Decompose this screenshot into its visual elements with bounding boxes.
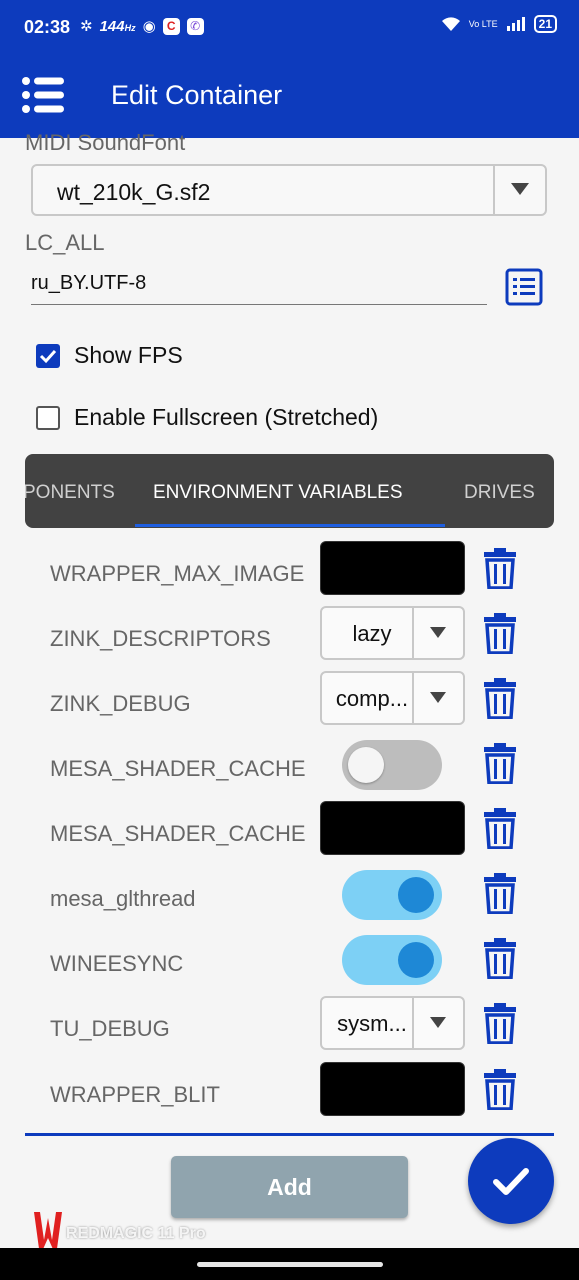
tab-drives[interactable]: DRIVES [464,482,535,504]
env-var-name: WINEESYNC [50,951,184,976]
env-var-row: WINEESYNC [0,931,579,996]
midi-soundfont-select[interactable]: wt_210k_G.sf2 [31,164,547,216]
chevron-down-icon [511,183,529,195]
add-button[interactable]: Add [171,1156,408,1218]
env-var-name: ZINK_DESCRIPTORS [50,626,271,651]
env-var-row: WRAPPER_BLIT [0,1062,579,1127]
volte-label: Vo LTE [468,18,498,29]
fullscreen-checkbox-row[interactable]: Enable Fullscreen (Stretched) [36,404,378,431]
fullscreen-checkbox[interactable] [36,405,60,430]
env-var-value-select[interactable]: comp... [320,671,465,725]
env-var-name: TU_DEBUG [50,1016,170,1041]
checkmark-icon [39,349,57,363]
select-divider [412,673,414,723]
trash-icon[interactable] [482,872,518,914]
env-var-name: ZINK_DEBUG [50,691,191,716]
section-divider [25,1133,554,1136]
env-var-value-input[interactable] [320,541,465,595]
signal-icon [506,17,525,31]
lc-all-input[interactable]: ru_BY.UTF-8 [31,272,487,305]
tab-bar: PONENTS ENVIRONMENT VARIABLES DRIVES [25,454,554,528]
trash-icon[interactable] [482,1068,518,1110]
chevron-down-icon [430,1017,446,1028]
lc-all-label: LC_ALL [25,230,105,255]
select-divider [493,166,495,214]
show-fps-checkbox-row[interactable]: Show FPS [36,342,183,369]
viber-icon: ✆ [186,17,204,35]
trash-icon[interactable] [482,612,518,654]
env-var-select-value: comp... [335,686,409,711]
trash-icon[interactable] [482,807,518,849]
select-divider [412,608,414,658]
list-icon[interactable] [505,268,543,306]
env-var-name: MESA_SHADER_CACHE [50,756,306,781]
confirm-fab-button[interactable] [468,1138,554,1224]
tab-indicator [135,524,445,527]
env-var-row: mesa_glthread [0,866,579,931]
env-var-select-value: lazy [352,621,392,646]
chevron-down-icon [430,692,446,703]
fullscreen-label: Enable Fullscreen (Stretched) [74,404,379,430]
env-var-toggle[interactable] [342,870,442,920]
trash-icon[interactable] [482,677,518,719]
env-var-row: TU_DEBUG sysm... [0,996,579,1061]
hotspot-icon: ◉ [142,18,156,35]
trash-icon[interactable] [482,547,518,589]
trash-icon[interactable] [482,937,518,979]
env-var-name: WRAPPER_BLIT [50,1082,220,1107]
app-notification-icon: C [162,17,180,35]
hamburger-menu-icon[interactable] [22,76,66,114]
env-var-toggle[interactable] [342,740,442,790]
env-var-name: MESA_SHADER_CACHE [50,821,306,846]
env-var-name: WRAPPER_MAX_IMAGE [50,561,305,586]
trash-icon[interactable] [482,742,518,784]
home-gesture-pill[interactable] [197,1262,383,1267]
env-var-value-select[interactable]: sysm... [320,996,465,1050]
tab-environment-variables[interactable]: ENVIRONMENT VARIABLES [153,482,403,504]
midi-soundfont-label: MIDI SoundFont [25,130,186,155]
fan-icon: ✲ [80,18,93,35]
chevron-down-icon [430,627,446,638]
status-time: 02:38 [24,17,71,37]
trash-icon[interactable] [482,1002,518,1044]
system-nav-bar [0,1248,579,1280]
env-var-value-input[interactable] [320,1062,465,1116]
status-bar: 02:38 ✲ 144Hz ◉ C ✆ Vo LTE 21 [0,0,579,52]
env-var-select-value: sysm... [337,1011,407,1036]
refresh-unit: Hz [124,22,136,33]
select-divider [412,998,414,1048]
show-fps-label: Show FPS [74,342,183,368]
env-var-row: ZINK_DESCRIPTORS lazy [0,606,579,671]
battery-icon: 21 [533,15,557,33]
env-var-row: WRAPPER_MAX_IMAGE [0,541,579,606]
env-var-row: ZINK_DEBUG comp... [0,671,579,736]
env-var-value-input[interactable] [320,801,465,855]
toggle-knob [398,942,434,978]
show-fps-checkbox[interactable] [36,343,60,368]
app-bar: Edit Container [0,52,579,138]
toggle-knob [348,747,384,783]
wifi-icon [441,17,460,31]
midi-soundfont-value: wt_210k_G.sf2 [57,179,211,205]
watermark-text: REDMAGIC 11 Pro [66,1225,206,1242]
env-var-name: mesa_glthread [50,886,196,911]
refresh-rate: 144 [99,17,125,35]
env-var-toggle[interactable] [342,935,442,985]
toggle-knob [398,877,434,913]
checkmark-icon [493,1168,529,1195]
tab-components[interactable]: PONENTS [25,482,115,504]
env-var-row: MESA_SHADER_CACHE [0,736,579,801]
env-var-value-select[interactable]: lazy [320,606,465,660]
page-title: Edit Container [111,80,283,110]
env-var-row: MESA_SHADER_CACHE [0,801,579,866]
